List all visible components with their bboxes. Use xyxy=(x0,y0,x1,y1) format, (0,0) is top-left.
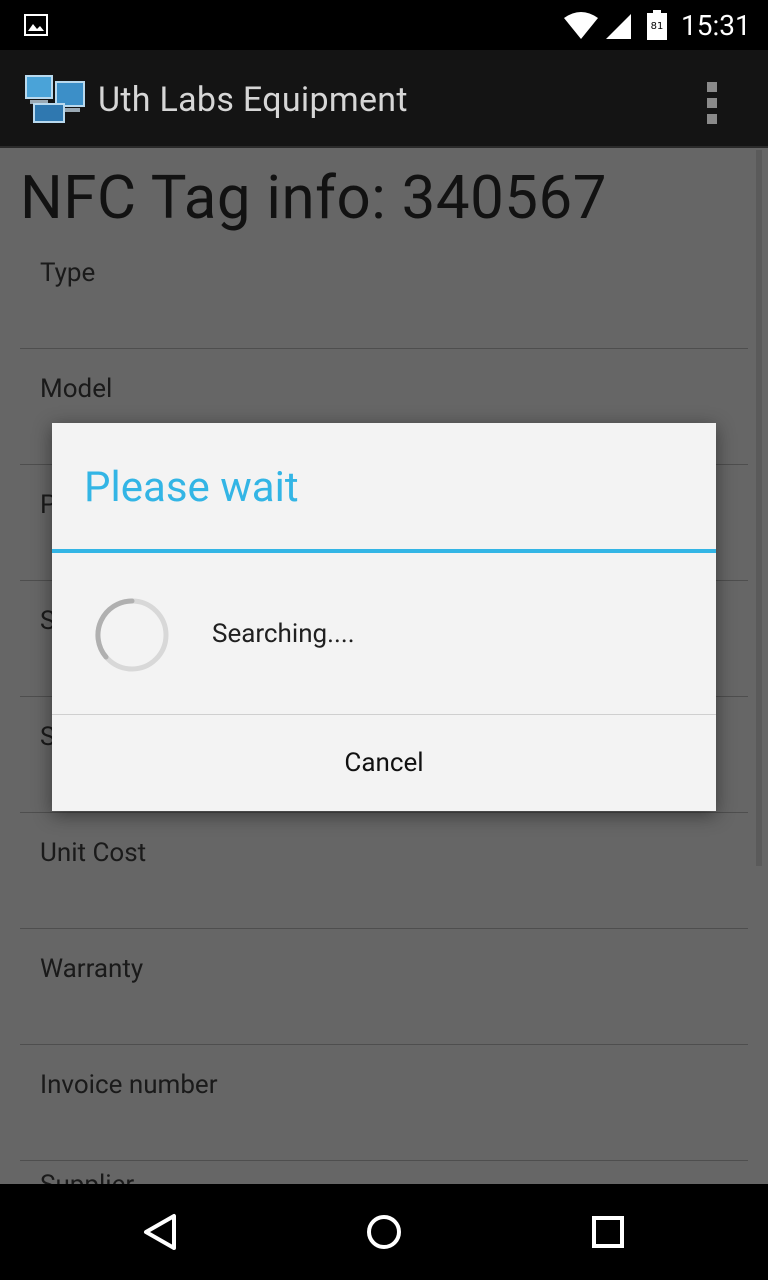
dialog-title-divider xyxy=(52,549,716,553)
app-title: Uth Labs Equipment xyxy=(98,80,408,120)
signal-icon xyxy=(606,14,631,39)
field-label: Warranty xyxy=(40,954,144,984)
scrollbar[interactable] xyxy=(756,150,762,866)
action-bar: Uth Labs Equipment xyxy=(0,50,768,148)
cancel-button[interactable]: Cancel xyxy=(52,715,716,811)
field-label: Invoice number xyxy=(40,1070,218,1100)
battery-icon: 81 xyxy=(647,10,667,40)
status-bar: 81 15:31 xyxy=(0,0,768,50)
recents-icon[interactable] xyxy=(580,1204,636,1260)
navigation-bar xyxy=(0,1184,768,1280)
field-label: Unit Cost xyxy=(40,838,147,868)
wifi-icon xyxy=(564,12,598,39)
field-label: Model xyxy=(40,374,113,404)
back-icon[interactable] xyxy=(132,1204,188,1260)
dialog-title: Please wait xyxy=(84,463,299,512)
app-logo-icon xyxy=(25,75,85,123)
page-title: NFC Tag info: 340567 xyxy=(20,162,607,233)
image-notification-icon xyxy=(24,14,48,36)
overflow-menu-icon[interactable] xyxy=(700,76,724,124)
svg-text:81: 81 xyxy=(651,21,664,32)
clock: 15:31 xyxy=(681,9,751,42)
dialog-message: Searching.... xyxy=(212,619,355,649)
loading-spinner-icon xyxy=(95,598,169,672)
field-warranty: Warranty xyxy=(20,928,748,1045)
field-unit-cost: Unit Cost xyxy=(20,812,748,929)
home-icon[interactable] xyxy=(356,1204,412,1260)
field-type: Type xyxy=(20,232,748,349)
progress-dialog: Please wait Searching.... Cancel xyxy=(52,423,716,811)
field-label: Type xyxy=(40,258,96,288)
field-invoice-number: Invoice number xyxy=(20,1044,748,1161)
